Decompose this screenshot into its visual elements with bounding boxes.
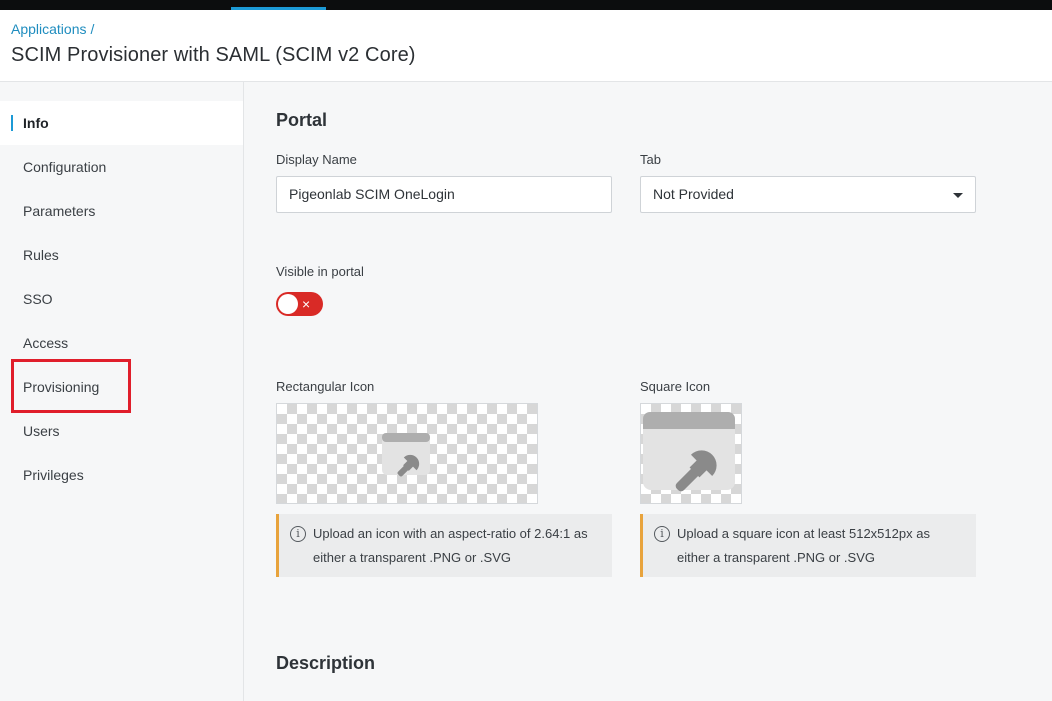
tab-label: Tab [640, 152, 661, 167]
page-title: SCIM Provisioner with SAML (SCIM v2 Core… [11, 44, 416, 66]
rectangular-icon-info: i Upload an icon with an aspect-ratio of… [276, 514, 612, 577]
description-section-title: Description [276, 653, 376, 673]
provisioning-highlight-box [11, 359, 131, 413]
square-icon-info: i Upload a square icon at least 512x512p… [640, 514, 976, 577]
sidebar: Info Configuration Parameters Rules SSO … [0, 82, 244, 701]
info-icon: i [290, 526, 306, 542]
square-icon-upload[interactable] [640, 403, 742, 504]
info-icon: i [654, 526, 670, 542]
square-icon-label: Square Icon [640, 379, 711, 394]
sidebar-item-configuration[interactable]: Configuration [0, 145, 243, 189]
wrench-icon [643, 412, 735, 492]
display-name-input[interactable]: Pigeonlab SCIM OneLogin [276, 176, 612, 213]
sidebar-item-users[interactable]: Users [0, 409, 243, 453]
wrench-icon [382, 433, 430, 477]
portal-section-title: Portal [276, 110, 328, 130]
rectangular-icon-upload[interactable] [276, 403, 538, 504]
chevron-down-icon [953, 193, 963, 198]
rectangular-icon-label: Rectangular Icon [276, 379, 375, 394]
sidebar-item-parameters[interactable]: Parameters [0, 189, 243, 233]
breadcrumb-separator: / [90, 21, 95, 37]
sidebar-item-sso[interactable]: SSO [0, 277, 243, 321]
display-name-label: Display Name [276, 152, 357, 167]
toggle-knob [278, 294, 298, 314]
sidebar-item-privileges[interactable]: Privileges [0, 453, 243, 497]
visible-in-portal-toggle[interactable]: × [276, 292, 323, 316]
sidebar-item-info[interactable]: Info [0, 101, 243, 145]
rectangular-icon-info-text: Upload an icon with an aspect-ratio of 2… [313, 526, 588, 565]
main-content: Portal Display Name Pigeonlab SCIM OneLo… [244, 82, 1052, 701]
visible-in-portal-label: Visible in portal [276, 264, 364, 279]
close-icon: × [302, 296, 311, 312]
tab-select-value: Not Provided [653, 186, 734, 202]
breadcrumb: Applications / [11, 21, 94, 37]
page-header: Applications / SCIM Provisioner with SAML… [0, 10, 1052, 82]
top-bar [0, 0, 1052, 10]
tab-select[interactable]: Not Provided [640, 176, 976, 213]
square-icon-info-text: Upload a square icon at least 512x512px … [677, 526, 930, 565]
breadcrumb-applications-link[interactable]: Applications [11, 21, 87, 37]
sidebar-item-rules[interactable]: Rules [0, 233, 243, 277]
